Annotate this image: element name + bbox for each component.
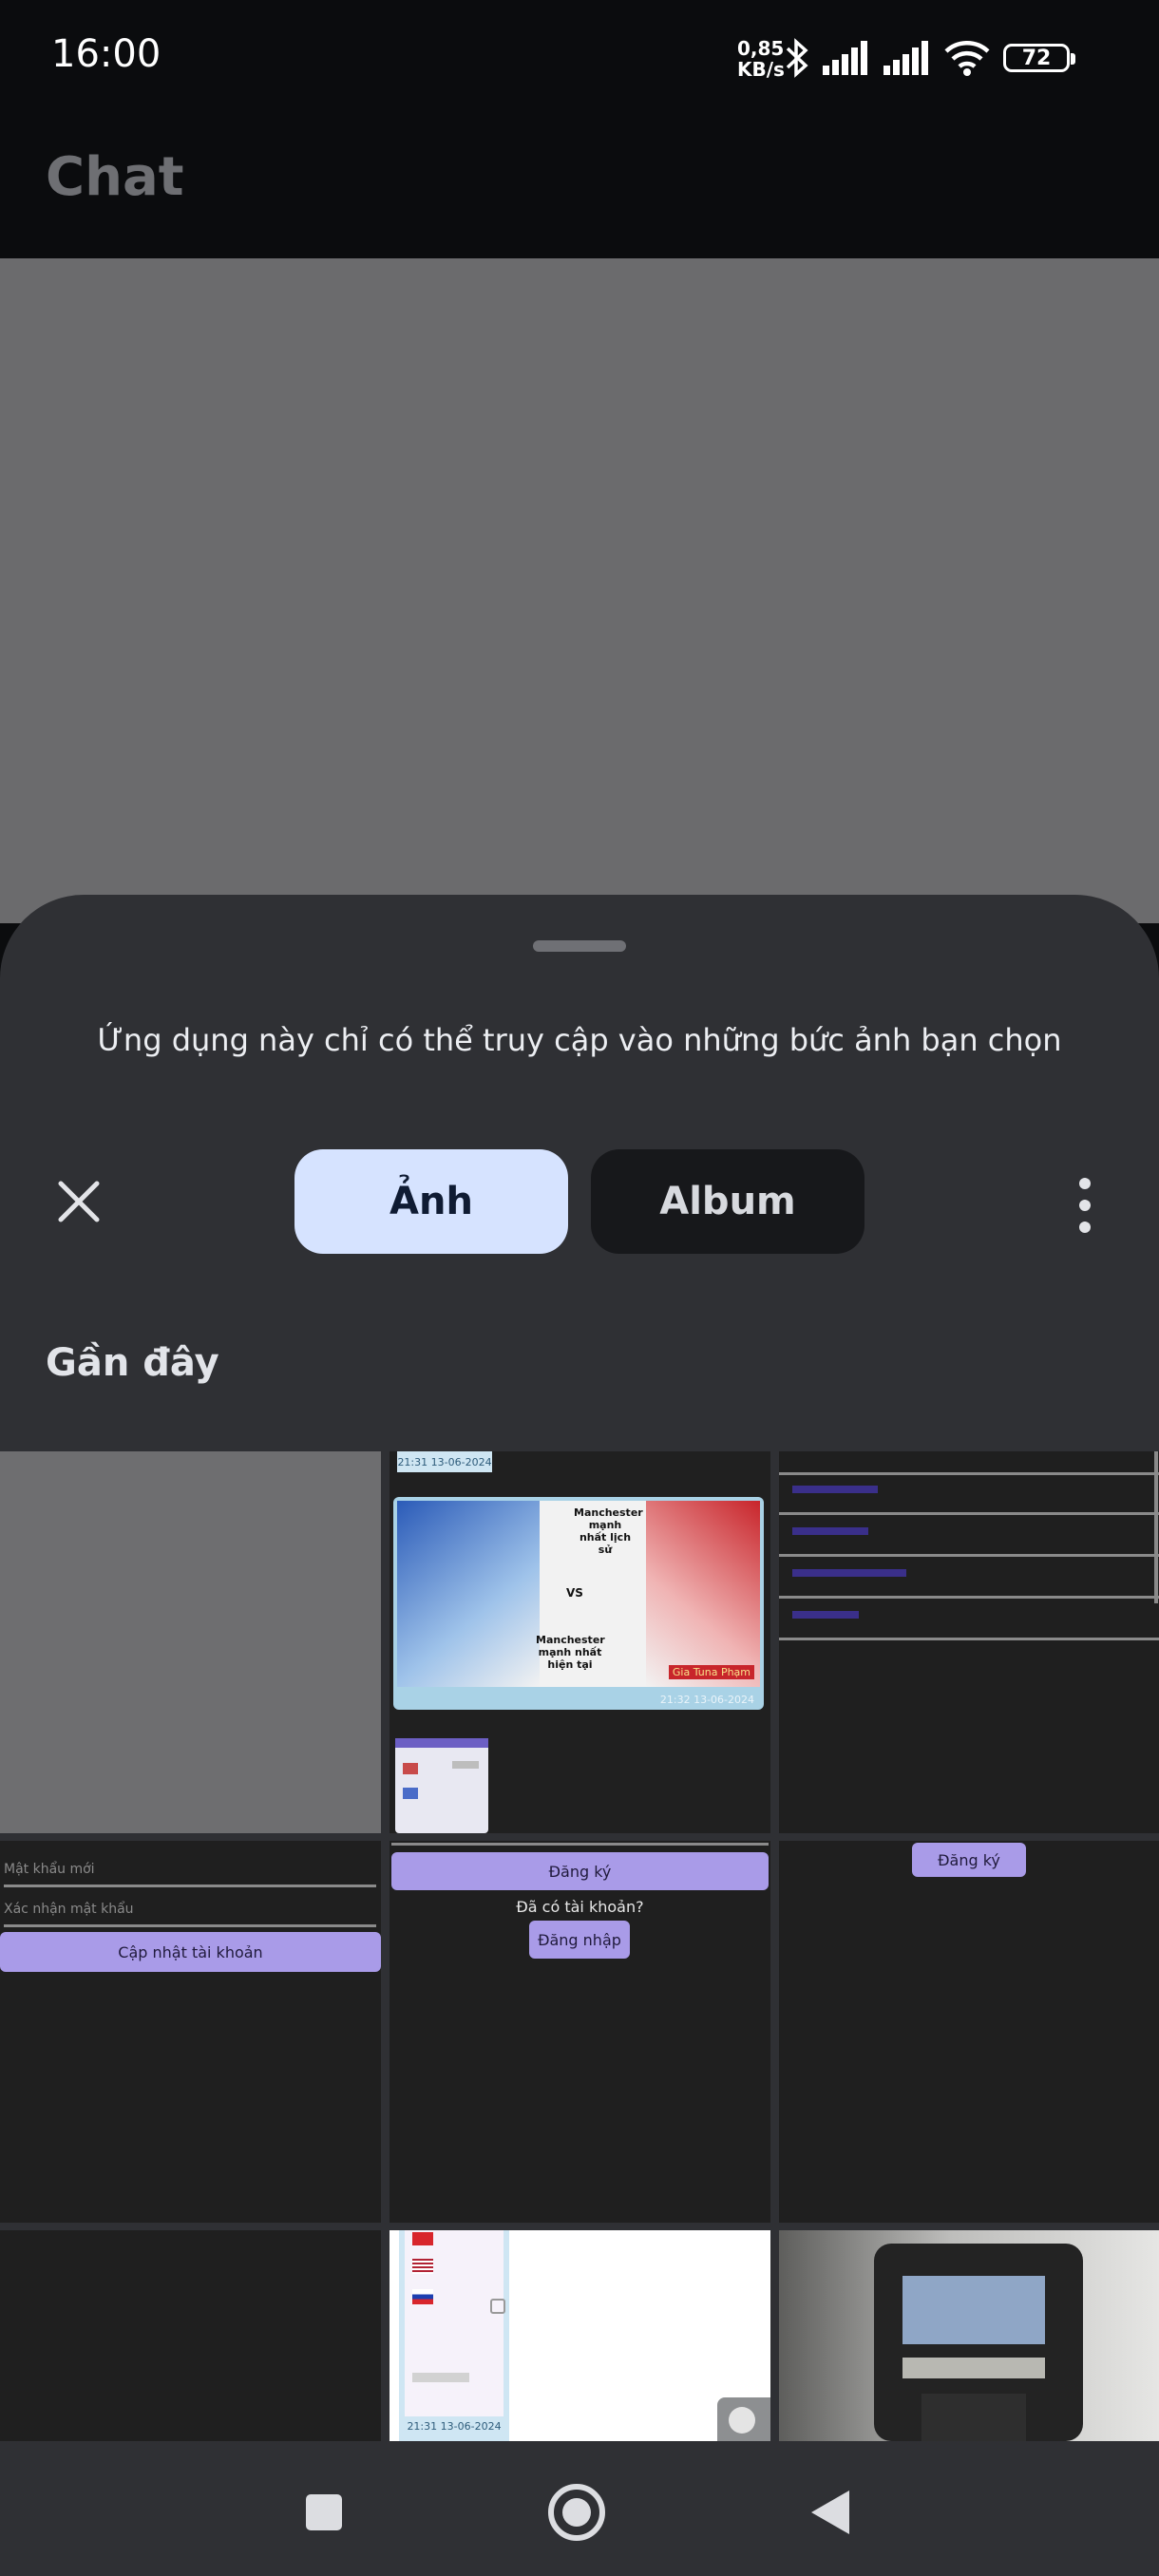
thumbnail-timestamp: 21:31 13-06-2024 [397, 1451, 492, 1472]
status-time: 16:00 [51, 32, 162, 76]
photo-thumbnail[interactable]: Mật khẩu mới Xác nhận mật khẩu Cập nhật … [0, 1841, 381, 2223]
tab-photos[interactable]: Ảnh [294, 1149, 568, 1254]
modal-scrim[interactable] [0, 258, 1159, 923]
photo-thumbnail[interactable]: Đăng ký Đã có tài khoản? Đăng nhập [390, 1841, 770, 2223]
thumbnail-field-hint: Mật khẩu mới [4, 1862, 95, 1877]
network-speed: 0,85 KB/s [737, 38, 787, 80]
photo-thumbnail[interactable] [0, 1451, 381, 1833]
wifi-icon [944, 41, 990, 76]
status-bar: 16:00 0,85 KB/s 72 [0, 0, 1159, 114]
signal-icon [884, 41, 928, 75]
access-notice: Ứng dụng này chỉ có thể truy cập vào nhữ… [97, 1022, 1062, 1058]
thumbnail-timestamp: 21:31 13-06-2024 [407, 2420, 502, 2433]
thumbnail-tag: Gia Tuna Phạm [668, 1665, 754, 1679]
thumbnail-screenshot [395, 1738, 488, 1833]
thumbnail-button: Cập nhật tài khoản [0, 1932, 381, 1972]
thumbnail-message-bubble: Manchester mạnh nhất lịch sử VS Manchest… [393, 1497, 764, 1710]
thumbnail-button: Đăng ký [391, 1852, 769, 1890]
status-icons: 72 [785, 36, 1075, 80]
home-icon[interactable] [543, 2479, 610, 2546]
battery-level: 72 [1021, 46, 1052, 70]
thumbnail-timestamp: 21:32 13-06-2024 [659, 1694, 754, 1706]
thumbnail-text: Manchester mạnh nhất hiện tại [536, 1634, 605, 1671]
photo-thumbnail[interactable]: Đăng ký [779, 1841, 1159, 2223]
thumbnail-message-bubble: 21:31 13-06-2024 [399, 2230, 509, 2441]
more-vert-icon[interactable] [1064, 1172, 1106, 1239]
tab-album[interactable]: Album [591, 1149, 864, 1254]
close-icon[interactable] [48, 1170, 110, 1233]
network-speed-unit: KB/s [737, 58, 785, 81]
thumbnail-text: Manchester mạnh nhất lịch sử [574, 1506, 643, 1556]
photo-thumbnail[interactable] [779, 1451, 1159, 1833]
recents-icon[interactable] [291, 2479, 357, 2546]
thumbnail-text: VS [566, 1586, 583, 1600]
photo-picker-sheet: Ứng dụng này chỉ có thể truy cập vào nhữ… [0, 895, 1159, 2441]
photo-thumbnail[interactable]: 21:31 13-06-2024 Manchester mạnh nhất lị… [390, 1451, 770, 1833]
navigation-bar [0, 2441, 1159, 2576]
network-speed-value: 0,85 [737, 37, 785, 60]
thumbnail-button: Đăng nhập [529, 1921, 630, 1959]
bluetooth-icon [786, 38, 808, 78]
photo-thumbnail[interactable] [0, 2230, 381, 2441]
thumbnail-button: Đăng ký [912, 1843, 1026, 1877]
section-recent: Gần đây [46, 1341, 219, 1385]
app-title: Chat [46, 146, 184, 208]
thumbnail-field-hint: Xác nhận mật khẩu [4, 1902, 134, 1917]
photo-thumbnail[interactable]: 21:31 13-06-2024 [390, 2230, 770, 2441]
signal-icon [823, 41, 867, 75]
drag-handle[interactable] [533, 940, 626, 952]
back-icon[interactable] [798, 2479, 864, 2546]
app-bar: Chat [0, 114, 1159, 258]
battery-icon: 72 [1003, 44, 1075, 72]
photo-thumbnail[interactable] [779, 2230, 1159, 2441]
thumbnail-text: Đã có tài khoản? [516, 1898, 644, 1916]
